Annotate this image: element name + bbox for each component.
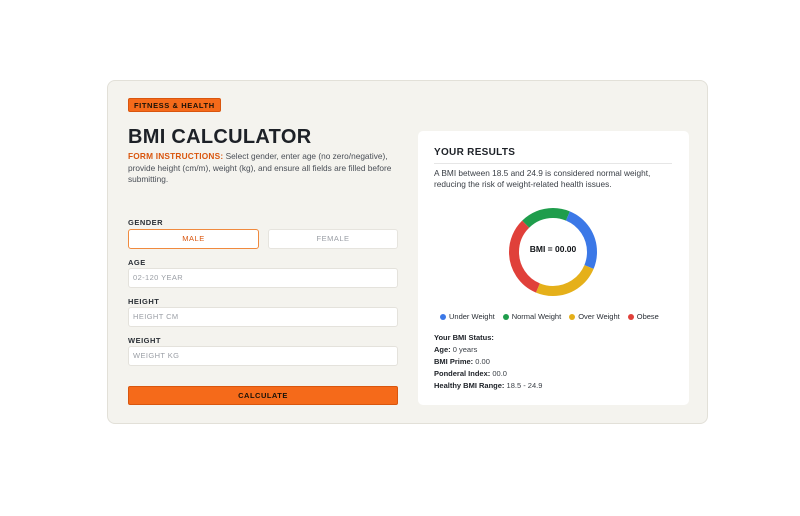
results-divider	[434, 163, 672, 164]
bmi-legend: Under Weight Normal Weight Over Weight O…	[440, 312, 659, 321]
stat-key: Healthy BMI Range:	[434, 381, 505, 390]
legend-label: Over Weight	[578, 312, 620, 321]
height-label: HEIGHT	[128, 297, 160, 306]
form-instructions: FORM INSTRUCTIONS: Select gender, enter …	[128, 151, 393, 186]
stat-key: Ponderal Index:	[434, 369, 491, 378]
stat-value: 0 years	[450, 345, 478, 354]
over-weight-dot-icon	[569, 313, 576, 320]
stat-bmi-prime: BMI Prime: 0.00	[434, 356, 542, 368]
weight-label: WEIGHT	[128, 336, 161, 345]
legend-label: Normal Weight	[511, 312, 562, 321]
age-label: AGE	[128, 258, 146, 267]
results-description: A BMI between 18.5 and 24.9 is considere…	[434, 168, 651, 189]
bmi-value: BMI = 00.00	[529, 244, 577, 254]
height-input[interactable]: HEIGHT CM	[128, 307, 398, 327]
stat-value: 0.00	[473, 357, 490, 366]
legend-label: Under Weight	[449, 312, 495, 321]
gender-label: GENDER	[128, 218, 164, 227]
stat-value: 18.5 - 24.9	[504, 381, 543, 390]
results-title: YOUR RESULTS	[434, 147, 516, 158]
legend-obese: Obese	[627, 312, 659, 321]
legend-over-weight: Over Weight	[569, 312, 620, 321]
category-tag: FITNESS & HEALTH	[128, 98, 221, 112]
stat-healthy-range: Healthy BMI Range: 18.5 - 24.9	[434, 380, 542, 392]
male-button[interactable]: MALE	[128, 229, 259, 249]
obese-dot-icon	[627, 313, 634, 320]
bmi-stats: Your BMI Status: Age: 0 years BMI Prime:…	[434, 332, 542, 392]
stat-key: BMI Prime:	[434, 357, 474, 366]
stat-key: Age:	[434, 345, 451, 354]
stat-age: Age: 0 years	[434, 344, 542, 356]
page-title: BMI CALCULATOR	[128, 126, 312, 148]
calculate-button[interactable]: CALCULATE	[128, 386, 398, 405]
legend-normal-weight: Normal Weight	[502, 312, 562, 321]
normal-weight-dot-icon	[502, 313, 509, 320]
under-weight-dot-icon	[440, 313, 446, 320]
female-button[interactable]: FEMALE	[268, 229, 398, 249]
stat-value: 00.0	[490, 369, 507, 378]
age-input[interactable]: 02-120 YEAR	[128, 268, 398, 288]
legend-label: Obese	[636, 312, 659, 321]
results-panel: YOUR RESULTS A BMI between 18.5 and 24.9…	[418, 131, 689, 405]
instructions-lead: FORM INSTRUCTIONS:	[128, 151, 224, 161]
legend-under-weight: Under Weight	[440, 312, 495, 321]
status-heading: Your BMI Status:	[434, 333, 494, 342]
stat-ponderal-index: Ponderal Index: 00.0	[434, 368, 542, 380]
weight-input[interactable]: WEIGHT KG	[128, 346, 398, 366]
bmi-card: FITNESS & HEALTH BMI CALCULATOR FORM INS…	[107, 80, 708, 424]
